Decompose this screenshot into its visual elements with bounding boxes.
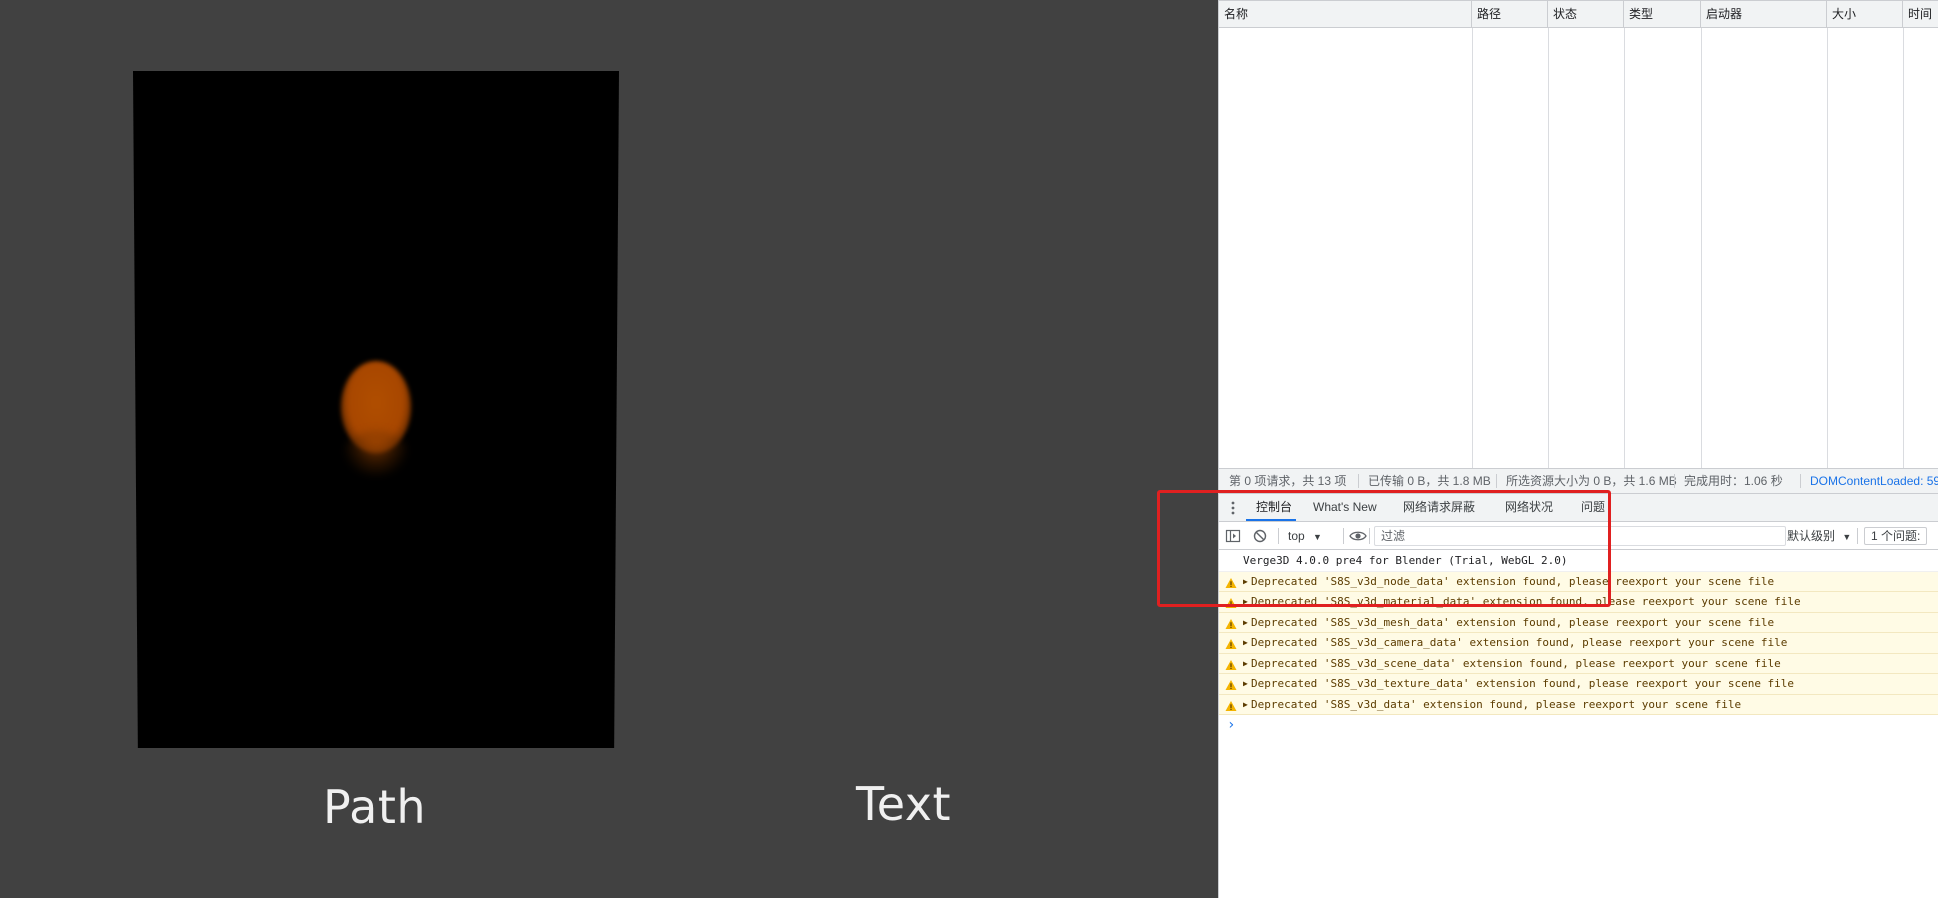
tab-network-request-blocking[interactable]: 网络请求屏蔽: [1403, 494, 1475, 521]
summary-separator: [1496, 474, 1497, 488]
column-divider: [1624, 28, 1625, 468]
console-message-text: Deprecated 'S8S_v3d_mesh_data' extension…: [1251, 615, 1775, 629]
column-divider: [1827, 28, 1828, 468]
sidebar-toggle-icon[interactable]: [1225, 528, 1241, 544]
context-value: top: [1288, 529, 1305, 543]
console-message-text: Deprecated 'S8S_v3d_texture_data' extens…: [1251, 677, 1795, 690]
console-message-text: Verge3D 4.0.0 pre4 for Blender (Trial, W…: [1243, 554, 1568, 567]
console-warning-message[interactable]: ▶ Deprecated 'S8S_v3d_texture_data' exten…: [1219, 674, 1938, 695]
expand-arrow-icon[interactable]: ▶: [1243, 674, 1251, 694]
scene-viewport[interactable]: Path Text: [0, 0, 1218, 898]
toolbar-separator: [1278, 528, 1279, 544]
console-message-text: Deprecated 'S8S_v3d_material_data' exten…: [1251, 595, 1801, 608]
log-levels-label: 默认级别: [1787, 529, 1836, 543]
column-header-status[interactable]: 状态: [1548, 1, 1624, 28]
summary-requests: 第 0 项请求，共 13 项: [1229, 474, 1347, 488]
console-warning-message[interactable]: ▶ Deprecated 'S8S_v3d_material_data' exte…: [1219, 592, 1938, 613]
tab-whats-new[interactable]: What's New: [1313, 494, 1377, 521]
summary-dom-content-loaded: DOMContentLoaded: 59: [1810, 474, 1938, 488]
console-warning-message[interactable]: ▶ Deprecated 'S8S_v3d_data' extension fou…: [1219, 694, 1938, 715]
column-divider: [1701, 28, 1702, 468]
column-header-time[interactable]: 时间: [1903, 1, 1938, 28]
console-message-text: Deprecated 'S8S_v3d_camera_data' extensi…: [1251, 636, 1788, 649]
context-selector[interactable]: top ▼: [1288, 527, 1322, 545]
column-header-initiator[interactable]: 启动器: [1701, 1, 1827, 28]
summary-transferred: 已传输 0 B，共 1.8 MB: [1368, 474, 1491, 488]
console-message-text: Deprecated 'S8S_v3d_scene_data' extensio…: [1251, 656, 1781, 670]
more-options-icon[interactable]: [1231, 500, 1235, 516]
clear-console-icon[interactable]: [1252, 528, 1268, 544]
toolbar-separator: [1343, 528, 1344, 544]
summary-finish: 完成用时：1.06 秒: [1684, 474, 1783, 488]
expand-arrow-icon[interactable]: ▶: [1243, 695, 1251, 715]
network-summary-bar: 第 0 项请求，共 13 项 已传输 0 B，共 1.8 MB 所选资源大小为 …: [1219, 468, 1938, 494]
console-warning-message[interactable]: ▶ Deprecated 'S8S_v3d_mesh_data' extensio…: [1219, 612, 1938, 633]
path-label: Path: [323, 780, 427, 834]
console-warning-message[interactable]: ▶ Deprecated 'S8S_v3d_scene_data' extensi…: [1219, 653, 1938, 674]
dropdown-arrow-icon: ▼: [1842, 532, 1852, 542]
warning-icon: [1225, 617, 1237, 629]
warning-icon: [1225, 637, 1237, 649]
console-warning-message[interactable]: ▶ Deprecated 'S8S_v3d_node_data' extensio…: [1219, 571, 1938, 592]
expand-arrow-icon[interactable]: ▶: [1243, 572, 1251, 592]
issues-counter-button[interactable]: 1 个问题:: [1864, 527, 1928, 545]
devtools-panel: 名称 路径 状态 类型 启动器 大小 时间 第 0 项请求，共 13 项 已传输…: [1218, 0, 1938, 898]
column-header-size[interactable]: 大小: [1827, 1, 1903, 28]
console-message-text: Deprecated 'S8S_v3d_data' extension foun…: [1251, 697, 1742, 711]
column-header-name[interactable]: 名称: [1219, 1, 1472, 28]
log-levels-dropdown[interactable]: 默认级别 ▼: [1787, 527, 1851, 545]
prompt-chevron-icon: ›: [1227, 717, 1236, 733]
expand-arrow-icon[interactable]: ▶: [1243, 654, 1251, 674]
tab-console[interactable]: 控制台: [1256, 494, 1292, 521]
toolbar-separator: [1369, 528, 1370, 544]
summary-resources: 所选资源大小为 0 B，共 1.6 MB: [1506, 474, 1677, 488]
warning-icon: [1225, 576, 1237, 588]
dropdown-arrow-icon: ▼: [1313, 532, 1322, 542]
console-toolbar: top ▼ 默认级别 ▼ 1 个问题:: [1219, 522, 1938, 550]
column-header-type[interactable]: 类型: [1624, 1, 1701, 28]
warning-icon: [1225, 678, 1237, 690]
console-warning-message[interactable]: ▶ Deprecated 'S8S_v3d_camera_data' extens…: [1219, 633, 1938, 654]
console-messages[interactable]: Verge3D 4.0.0 pre4 for Blender (Trial, W…: [1219, 551, 1938, 898]
expand-arrow-icon[interactable]: ▶: [1243, 633, 1251, 653]
warning-icon: [1225, 699, 1237, 711]
network-table[interactable]: 名称 路径 状态 类型 启动器 大小 时间: [1219, 0, 1938, 468]
orb-glow: [345, 431, 407, 475]
console-prompt[interactable]: ›: [1219, 715, 1938, 735]
summary-separator: [1358, 474, 1359, 488]
live-expression-eye-icon[interactable]: [1349, 528, 1367, 544]
column-header-path[interactable]: 路径: [1472, 1, 1548, 28]
column-divider: [1472, 28, 1473, 468]
summary-separator: [1800, 474, 1801, 488]
expand-arrow-icon[interactable]: ▶: [1243, 592, 1251, 612]
toolbar-separator: [1857, 528, 1858, 544]
active-tab-indicator: [1246, 519, 1296, 521]
tab-network-conditions[interactable]: 网络状况: [1505, 494, 1553, 521]
console-info-message: Verge3D 4.0.0 pre4 for Blender (Trial, W…: [1219, 551, 1938, 572]
tab-issues[interactable]: 问题: [1581, 494, 1605, 521]
path-panel: [133, 71, 619, 748]
summary-separator: [1674, 474, 1675, 488]
warning-icon: [1225, 658, 1237, 670]
drawer-tab-bar: 控制台 What's New 网络请求屏蔽 网络状况 问题: [1219, 494, 1938, 522]
console-message-text: Deprecated 'S8S_v3d_node_data' extension…: [1251, 574, 1775, 588]
column-divider: [1548, 28, 1549, 468]
console-filter-input[interactable]: [1374, 526, 1786, 546]
network-table-header: 名称 路径 状态 类型 启动器 大小 时间: [1219, 0, 1938, 28]
warning-icon: [1225, 596, 1237, 608]
column-divider: [1903, 28, 1904, 468]
expand-arrow-icon[interactable]: ▶: [1243, 613, 1251, 633]
text-label: Text: [856, 777, 952, 831]
